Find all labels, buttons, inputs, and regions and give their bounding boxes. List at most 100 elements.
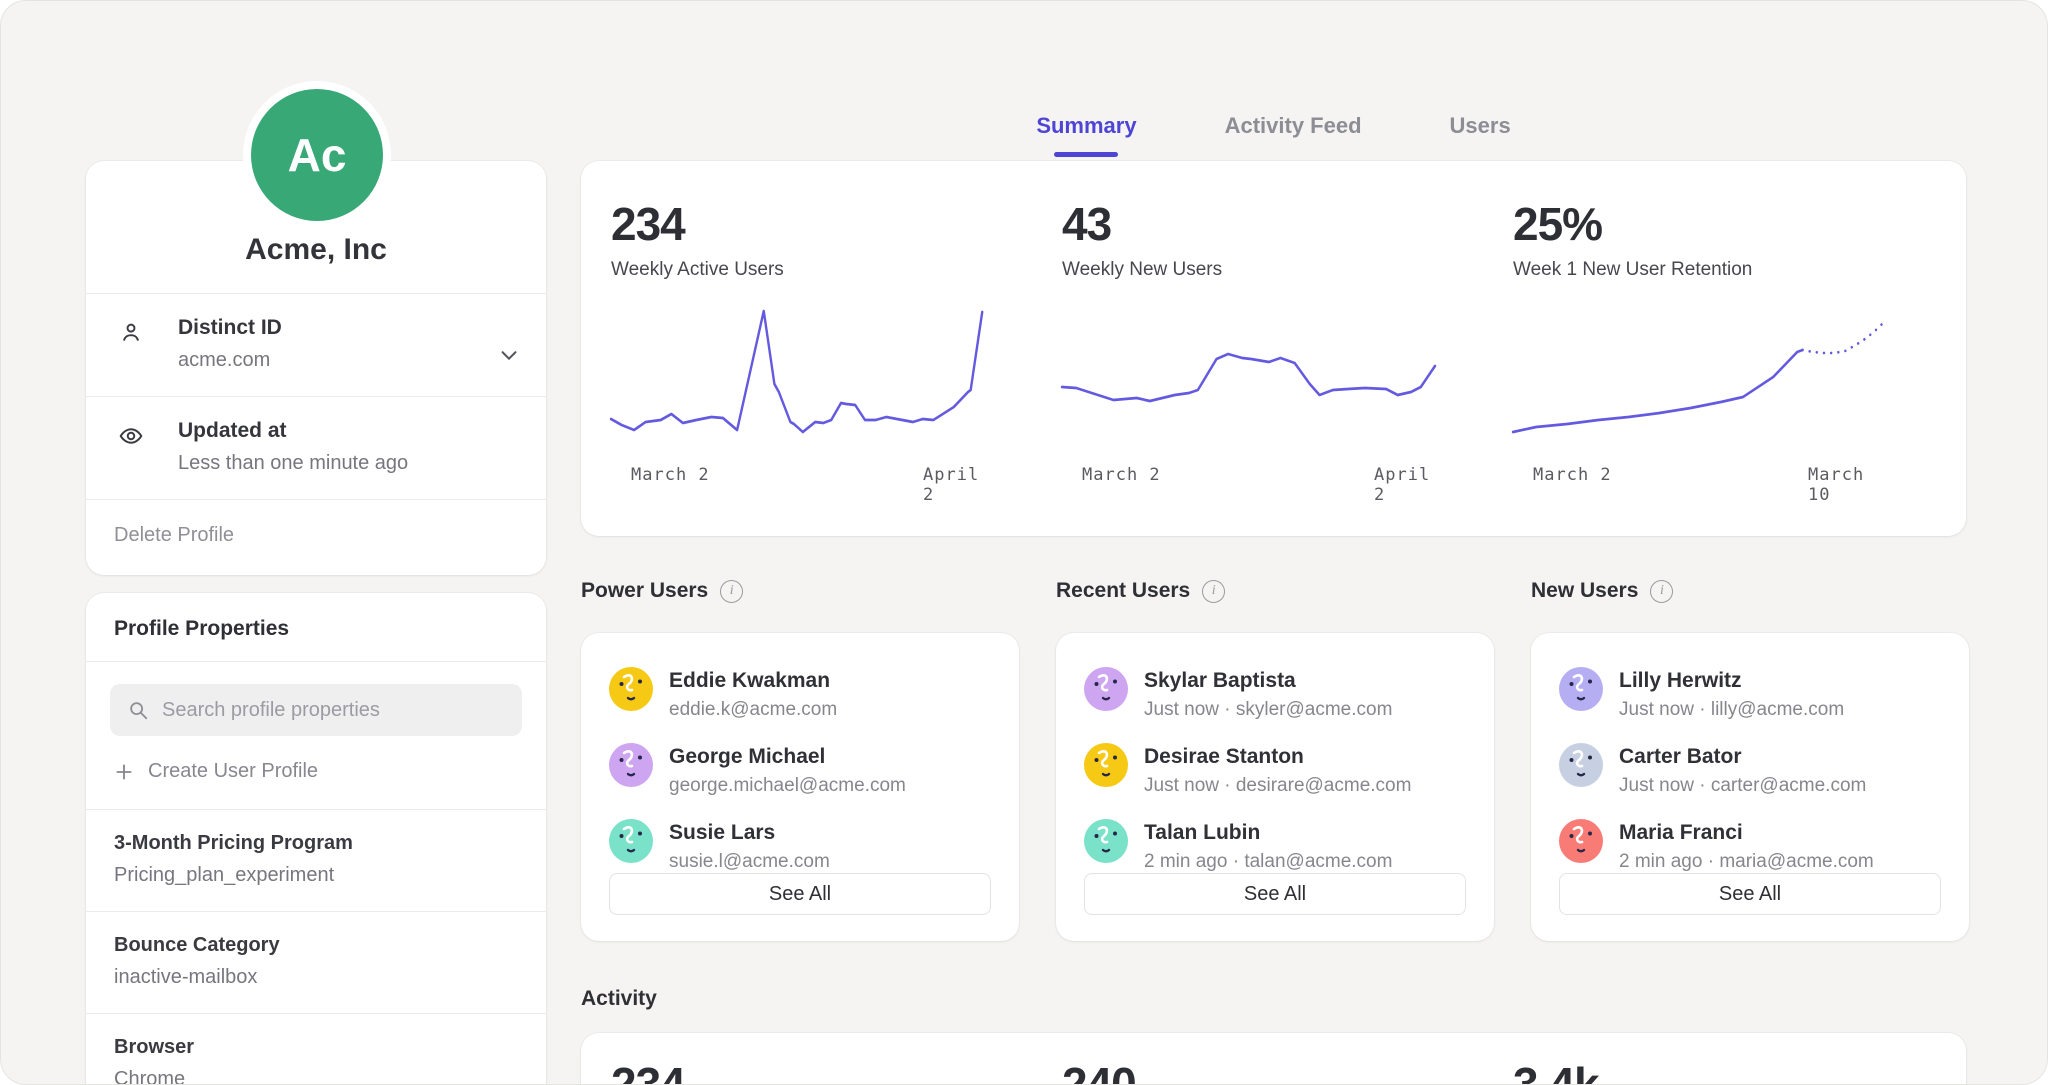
divider [86,661,546,662]
property-label: Bounce Category [114,934,518,957]
user-list-item[interactable]: Eddie Kwakman eddie.k@acme.com [609,667,991,721]
user-avatar-icon [1084,743,1128,787]
x-tick: April 2 [923,465,984,505]
recent-users-header: Recent Users i [1056,579,1225,603]
user-list-item[interactable]: Maria Franci 2 min ago · maria@acme.com [1559,819,1941,873]
new-users-card: Lilly Herwitz Just now · lilly@acme.com Ca… [1531,633,1969,941]
activity-stat: 234 [611,1057,984,1085]
x-axis-ticks: March 2 March 10 [1513,459,1886,493]
property-label: 3-Month Pricing Program [114,832,518,855]
weekly-active-users-metric: 234 Weekly Active Users March 2 April 2 [581,161,1014,536]
property-row[interactable]: Browser Chrome [86,1014,546,1085]
user-avatar-icon [1084,667,1128,711]
user-text: Lilly Herwitz Just now · lilly@acme.com [1619,667,1844,721]
property-row[interactable]: 3-Month Pricing Program Pricing_plan_exp… [86,810,546,911]
user-list-item[interactable]: Desirae StantonJust now · desirare@acme.… [1084,743,1466,797]
tab-activity-feed[interactable]: Activity Feed [1225,113,1362,157]
user-list-item[interactable]: George Michael george.michael@acme.com [609,743,991,797]
profile-properties-card: Profile Properties Create User Profile 3… [86,593,546,1085]
avatar-face-icon [1559,743,1603,787]
stat-value: 234 [611,197,984,251]
activity-stat: 240 [1062,1057,1435,1085]
user-subtext: susie.l@acme.com [669,851,830,873]
user-text: Talan Lubin2 min ago · talan@acme.com [1144,819,1392,873]
user-text: Susie Lars susie.l@acme.com [669,819,830,873]
x-tick: March 2 [1082,465,1161,485]
info-icon[interactable]: i [1202,580,1225,603]
create-user-profile-button[interactable]: Create User Profile [86,736,546,809]
user-list-item[interactable]: Skylar BaptistaJust now · skyler@acme.co… [1084,667,1466,721]
tab-summary[interactable]: Summary [1036,113,1136,157]
x-tick: March 2 [631,465,710,485]
property-value: inactive-mailbox [114,966,518,989]
user-avatar-icon [1084,819,1128,863]
see-all-button[interactable]: See All [1559,873,1941,915]
user-list-item[interactable]: Carter BatorJust now · carter@acme.com [1559,743,1941,797]
user-avatar-icon [1559,819,1603,863]
user-subtext: Just now · lilly@acme.com [1619,699,1844,721]
stat-value: 43 [1062,197,1435,251]
stat-label: Weekly Active Users [611,259,984,281]
distinct-id-row[interactable]: Distinct ID acme.com [86,294,546,396]
search-profile-properties[interactable] [110,684,522,736]
stat-value: 25% [1513,197,1886,251]
week1-retention-chart [1513,307,1886,447]
see-all-button[interactable]: See All [609,873,991,915]
company-avatar: Ac [251,89,383,221]
person-icon [118,320,144,346]
summary-metrics-card: 234 Weekly Active Users March 2 April 2 … [581,161,1966,536]
user-name: Susie Lars [669,819,830,845]
see-all-button[interactable]: See All [1084,873,1466,915]
avatar-face-icon [1084,667,1128,711]
user-list-item[interactable]: Lilly Herwitz Just now · lilly@acme.com [1559,667,1941,721]
profile-properties-title: Profile Properties [86,593,546,661]
user-subtext: 2 min ago · talan@acme.com [1144,851,1392,873]
user-avatar-icon [609,667,653,711]
user-avatar-icon [609,819,653,863]
user-text: Skylar BaptistaJust now · skyler@acme.co… [1144,667,1392,721]
activity-card: 234 240 3.4k [581,1033,1966,1085]
x-axis-ticks: March 2 April 2 [611,459,984,493]
eye-icon [118,423,144,449]
user-list-item[interactable]: Susie Lars susie.l@acme.com [609,819,991,873]
field-label: Distinct ID [178,316,518,340]
stat-label: Week 1 New User Retention [1513,259,1886,281]
property-label: Browser [114,1036,518,1059]
recent-users-card: Skylar BaptistaJust now · skyler@acme.co… [1056,633,1494,941]
user-subtext: 2 min ago · maria@acme.com [1619,851,1874,873]
field-value: acme.com [178,349,518,372]
tab-label: Summary [1036,113,1136,138]
search-input[interactable] [162,699,522,722]
info-icon[interactable]: i [720,580,743,603]
user-name: Lilly Herwitz [1619,667,1844,693]
weekly-new-users-metric: 43 Weekly New Users March 2 April 2 [1032,161,1465,536]
avatar-face-icon [609,667,653,711]
section-title: New Users [1531,579,1638,603]
user-name: Eddie Kwakman [669,667,837,693]
delete-profile-button[interactable]: Delete Profile [86,500,546,575]
power-users-card: Eddie Kwakman eddie.k@acme.com George Mich… [581,633,1019,941]
active-tab-underline [1054,152,1118,157]
user-text: Maria Franci 2 min ago · maria@acme.com [1619,819,1874,873]
week1-retention-metric: 25% Week 1 New User Retention March 2 Ma… [1483,161,1916,536]
info-icon[interactable]: i [1650,580,1673,603]
updated-at-row: Updated at Less than one minute ago [86,397,546,499]
user-subtext: eddie.k@acme.com [669,699,837,721]
chevron-down-icon[interactable] [498,344,520,366]
tab-users[interactable]: Users [1450,113,1511,157]
user-name: Maria Franci [1619,819,1874,845]
user-text: Carter BatorJust now · carter@acme.com [1619,743,1866,797]
user-name: Desirae Stanton [1144,743,1411,769]
weekly-active-users-chart [611,307,984,447]
power-users-header: Power Users i [581,579,743,603]
property-row[interactable]: Bounce Category inactive-mailbox [86,912,546,1013]
tab-label: Activity Feed [1225,113,1362,138]
field-value: Less than one minute ago [178,452,518,475]
user-subtext: george.michael@acme.com [669,775,906,797]
plus-icon [114,762,134,782]
user-list-item[interactable]: Talan Lubin2 min ago · talan@acme.com [1084,819,1466,873]
user-name: George Michael [669,743,906,769]
avatar-face-icon [1559,819,1603,863]
user-avatar-icon [1559,743,1603,787]
property-value: Chrome [114,1068,518,1085]
